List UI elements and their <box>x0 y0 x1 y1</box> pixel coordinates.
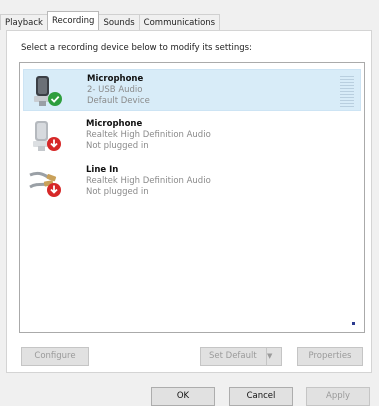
set-default-label: Set Default <box>209 351 257 361</box>
recording-panel: Select a recording device below to modif… <box>6 30 372 373</box>
chevron-down-icon[interactable]: ▼ <box>266 348 281 365</box>
device-driver: 2- USB Audio <box>87 85 143 95</box>
device-texts: Line In Realtek High Definition Audio No… <box>86 165 211 198</box>
device-list[interactable]: Microphone 2- USB Audio Default Device M… <box>19 62 365 333</box>
properties-button[interactable]: Properties <box>297 347 363 366</box>
ok-button[interactable]: OK <box>151 387 215 406</box>
device-status: Default Device <box>87 96 150 106</box>
configure-button[interactable]: Configure <box>21 347 89 366</box>
line-in-cable-icon <box>29 171 61 197</box>
device-name: Line In <box>86 165 119 175</box>
tab-recording[interactable]: Recording <box>46 11 100 30</box>
device-texts: Microphone 2- USB Audio Default Device <box>87 74 150 107</box>
device-name: Microphone <box>87 74 144 84</box>
microphone-icon <box>34 76 62 106</box>
device-driver: Realtek High Definition Audio <box>86 176 211 186</box>
device-item-realtek-microphone[interactable]: Microphone Realtek High Definition Audio… <box>23 115 361 157</box>
microphone-icon <box>33 121 61 151</box>
instruction-text: Select a recording device below to modif… <box>21 43 252 53</box>
tab-communications[interactable]: Communications <box>138 14 221 30</box>
tab-playback[interactable]: Playback <box>0 14 48 30</box>
green-check-icon <box>48 92 62 106</box>
device-item-line-in[interactable]: Line In Realtek High Definition Audio No… <box>23 161 361 203</box>
set-default-button[interactable]: Set Default ▼ <box>200 347 282 366</box>
input-level-meter <box>340 76 354 108</box>
device-status: Not plugged in <box>86 141 149 151</box>
device-texts: Microphone Realtek High Definition Audio… <box>86 119 211 152</box>
marker-dot <box>352 322 355 325</box>
device-item-usb-microphone[interactable]: Microphone 2- USB Audio Default Device <box>23 69 361 111</box>
tab-sounds[interactable]: Sounds <box>98 14 140 30</box>
cancel-button[interactable]: Cancel <box>229 387 293 406</box>
device-name: Microphone <box>86 119 143 129</box>
apply-button[interactable]: Apply <box>306 387 370 406</box>
tab-strip: Playback Recording Sounds Communications <box>0 11 221 30</box>
device-driver: Realtek High Definition Audio <box>86 130 211 140</box>
device-status: Not plugged in <box>86 187 149 197</box>
